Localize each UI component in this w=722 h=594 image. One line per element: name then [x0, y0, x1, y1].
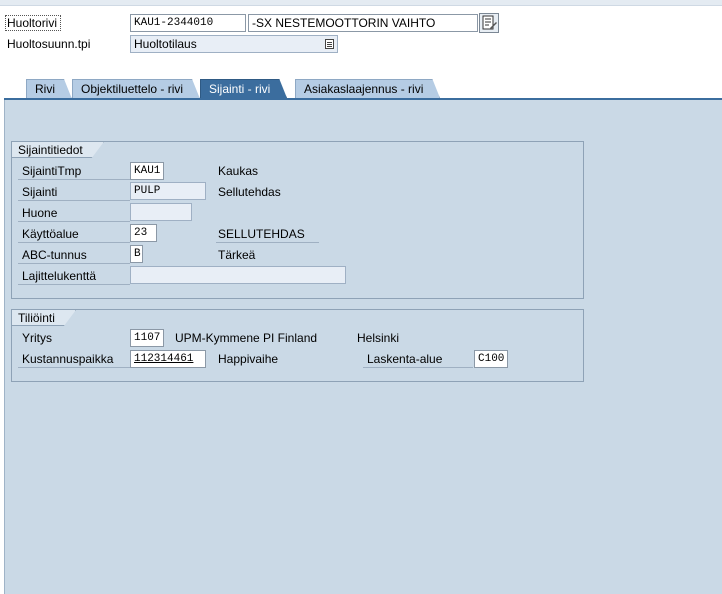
dropdown-list-icon[interactable]	[325, 39, 334, 49]
cost-center-text: Happivaihe	[218, 352, 279, 366]
abc-indicator-input[interactable]: B	[130, 245, 143, 263]
sub-location-label: Sijainti	[18, 183, 130, 201]
plant-section-label: Käyttöalue	[18, 225, 130, 243]
location-group: Sijaintitiedot SijaintiTmp KAU1 Kaukas S…	[11, 141, 584, 299]
tab-asiakaslaajennus-label: Asiakaslaajennus - rivi	[304, 82, 424, 96]
company-input[interactable]: 1107	[130, 329, 164, 347]
cost-center-input[interactable]: 112314461	[130, 350, 206, 368]
abc-indicator-text: Tärkeä	[218, 248, 256, 262]
company-name: UPM-Kymmene PI Finland	[175, 331, 318, 345]
account-assignment-group: Tiliöinti Yritys 1107 UPM-Kymmene PI Fin…	[11, 309, 584, 382]
tab-sijainti-label: Sijainti - rivi	[209, 82, 271, 96]
sort-field-label: Lajittelukenttä	[18, 267, 130, 285]
tab-objektiluettelo[interactable]: Objektiluettelo - rivi	[72, 79, 200, 99]
account-assignment-group-title: Tiliöinti	[12, 310, 76, 326]
tab-asiakaslaajennus[interactable]: Asiakaslaajennus - rivi	[295, 79, 440, 99]
order-item-description[interactable]: -SX NESTEMOOTTORIN VAIHTO	[248, 14, 478, 32]
controlling-area-label: Laskenta-alue	[363, 350, 473, 368]
room-label: Huone	[18, 204, 130, 222]
tab-rivi[interactable]: Rivi	[26, 79, 72, 99]
sub-location-text: Sellutehdas	[218, 185, 281, 199]
tab-sijainti[interactable]: Sijainti - rivi	[200, 79, 287, 99]
order-type-label: Huoltosuunn.tpi	[7, 37, 91, 51]
location-input[interactable]: KAU1	[130, 162, 164, 180]
tab-objektiluettelo-label: Objektiluettelo - rivi	[81, 82, 184, 96]
sort-field-input[interactable]	[130, 266, 346, 284]
order-item-label: Huoltorivi	[5, 15, 61, 31]
plant-section-input[interactable]: 23	[130, 224, 157, 242]
company-city: Helsinki	[357, 331, 400, 345]
plant-section-text: SELLUTEHDAS	[216, 225, 319, 243]
document-edit-icon	[482, 15, 497, 30]
location-group-title: Sijaintitiedot	[12, 142, 104, 158]
controlling-area-input[interactable]: C100	[474, 350, 508, 368]
abc-indicator-label: ABC-tunnus	[18, 246, 130, 264]
tab-rivi-label: Rivi	[35, 82, 55, 96]
order-type-value: Huoltotilaus	[134, 37, 197, 51]
room-input[interactable]	[130, 203, 192, 221]
display-document-button[interactable]	[479, 13, 499, 33]
top-strip	[0, 0, 722, 6]
tab-content-panel: Sijaintitiedot SijaintiTmp KAU1 Kaukas S…	[4, 100, 722, 594]
location-text: Kaukas	[218, 164, 259, 178]
sub-location-input[interactable]: PULP	[130, 182, 206, 200]
location-label: SijaintiTmp	[18, 162, 130, 180]
order-type-dropdown[interactable]: Huoltotilaus	[130, 35, 338, 53]
cost-center-label: Kustannuspaikka	[18, 350, 130, 368]
company-label: Yritys	[22, 331, 52, 345]
order-item-input[interactable]: KAU1-2344010	[130, 14, 246, 32]
